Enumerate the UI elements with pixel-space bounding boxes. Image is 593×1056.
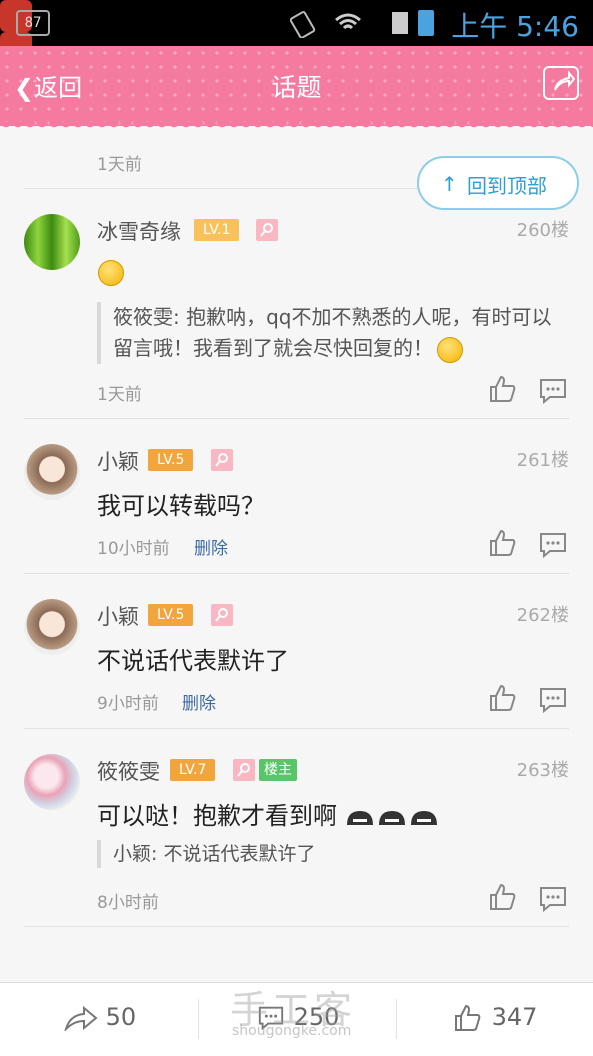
floor-number: 262楼 — [516, 605, 569, 626]
comment-message: 可以哒！抱歉才看到啊 — [97, 802, 337, 830]
thumbs-up-icon[interactable] — [488, 882, 518, 912]
top-nav-bar: ❮返回 话题 — [0, 46, 593, 132]
comment-time: 1天前 — [97, 155, 142, 175]
quoted-reply: 小颖: 不说话代表默许了 — [97, 840, 315, 868]
back-to-top-button[interactable]: ↑ 回到顶部 — [417, 156, 579, 210]
key-icon — [256, 219, 278, 241]
floor-number: 260楼 — [516, 220, 569, 241]
comment-text: 我可以转载吗？ — [97, 492, 265, 520]
username[interactable]: 冰雪奇缘 — [97, 216, 181, 246]
share-arrow-icon — [63, 1005, 98, 1033]
level-badge: LV.7 — [170, 759, 216, 781]
watermark-url: shougongke.com — [232, 1023, 352, 1039]
delete-link[interactable]: 删除 — [194, 534, 228, 559]
share-action[interactable]: 50 — [63, 1003, 137, 1033]
comment-icon[interactable] — [538, 530, 568, 560]
username[interactable]: 小颖 — [97, 446, 139, 476]
page-title: 话题 — [271, 73, 322, 102]
quoted-reply: 筱筱雯: 抱歉呐，qq不加不熟悉的人呢，有时可以留言哦！我看到了就会尽快回复的！ — [97, 302, 559, 364]
comment-text: 不说话代表默许了 — [97, 647, 289, 675]
comment-icon[interactable] — [538, 685, 568, 715]
delete-link[interactable]: 删除 — [182, 689, 216, 714]
divider — [198, 999, 199, 1039]
comment-icon[interactable] — [538, 884, 568, 914]
comment-text: 可以哒！抱歉才看到啊 — [97, 796, 441, 831]
comment-list: 1天前 冰雪奇缘 LV.1 260楼 筱筱雯: 抱歉呐，qq不加不熟悉的人呢，有… — [0, 126, 593, 982]
quote-text: 筱筱雯: 抱歉呐，qq不加不熟悉的人呢，有时可以留言哦！我看到了就会尽快回复的！ — [113, 305, 552, 360]
arrow-up-icon: ↑ — [441, 172, 458, 196]
avatar[interactable] — [24, 444, 80, 500]
divider — [396, 999, 397, 1039]
share-button[interactable] — [543, 66, 579, 100]
grin-emoji-icons — [346, 811, 437, 825]
divider — [24, 926, 569, 927]
comment-item: 小颖 LV.5 262楼 不说话代表默许了 9小时前 删除 — [0, 573, 593, 728]
thumbs-up-icon[interactable] — [488, 528, 518, 558]
comment-time: 8小时前 — [97, 893, 159, 913]
like-count: 347 — [491, 1003, 538, 1031]
thumbs-up-icon[interactable] — [488, 683, 518, 713]
comment-time: 9小时前 — [97, 694, 159, 714]
notification-count-icon: 87 — [16, 10, 50, 36]
bottom-action-bar: 50 250 347 手工客 shougongke.com — [0, 982, 593, 1056]
share-count: 50 — [105, 1003, 137, 1031]
comment-time: 10小时前 — [97, 539, 170, 559]
signal-icons — [289, 8, 440, 44]
thumbs-up-icon — [455, 1004, 481, 1031]
comment-item: 筱筱雯 LV.7 楼主 263楼 可以哒！抱歉才看到啊 小颖: 不说话代表默许了… — [0, 728, 593, 926]
comment-time: 1天前 — [97, 385, 142, 405]
floor-number: 261楼 — [516, 450, 569, 471]
avatar[interactable] — [24, 754, 80, 810]
avatar[interactable] — [24, 214, 80, 270]
key-icon — [211, 604, 233, 626]
level-badge: LV.1 — [194, 219, 240, 241]
key-icon — [233, 759, 255, 781]
level-badge: LV.5 — [148, 604, 194, 626]
username[interactable]: 筱筱雯 — [97, 756, 160, 786]
thumbs-up-icon[interactable] — [488, 374, 518, 404]
status-bar: 87 du 上午 5:46 — [0, 0, 593, 96]
comment-item: 冰雪奇缘 LV.1 260楼 筱筱雯: 抱歉呐，qq不加不熟悉的人呢，有时可以留… — [0, 188, 593, 418]
key-icon — [211, 449, 233, 471]
floor-number: 263楼 — [516, 760, 569, 781]
like-action[interactable]: 347 — [452, 1003, 537, 1033]
host-badge: 楼主 — [259, 759, 297, 781]
smile-emoji-icon — [98, 260, 124, 286]
clock: 上午 5:46 — [451, 10, 579, 43]
username[interactable]: 小颖 — [97, 601, 139, 631]
back-to-top-label: 回到顶部 — [467, 174, 547, 198]
smile-emoji-icon — [437, 336, 463, 363]
avatar[interactable] — [24, 599, 80, 655]
level-badge: LV.5 — [148, 449, 194, 471]
share-icon — [554, 70, 575, 91]
comment-item: 小颖 LV.5 261楼 我可以转载吗？ 10小时前 删除 — [0, 418, 593, 573]
comment-icon[interactable] — [538, 376, 568, 406]
